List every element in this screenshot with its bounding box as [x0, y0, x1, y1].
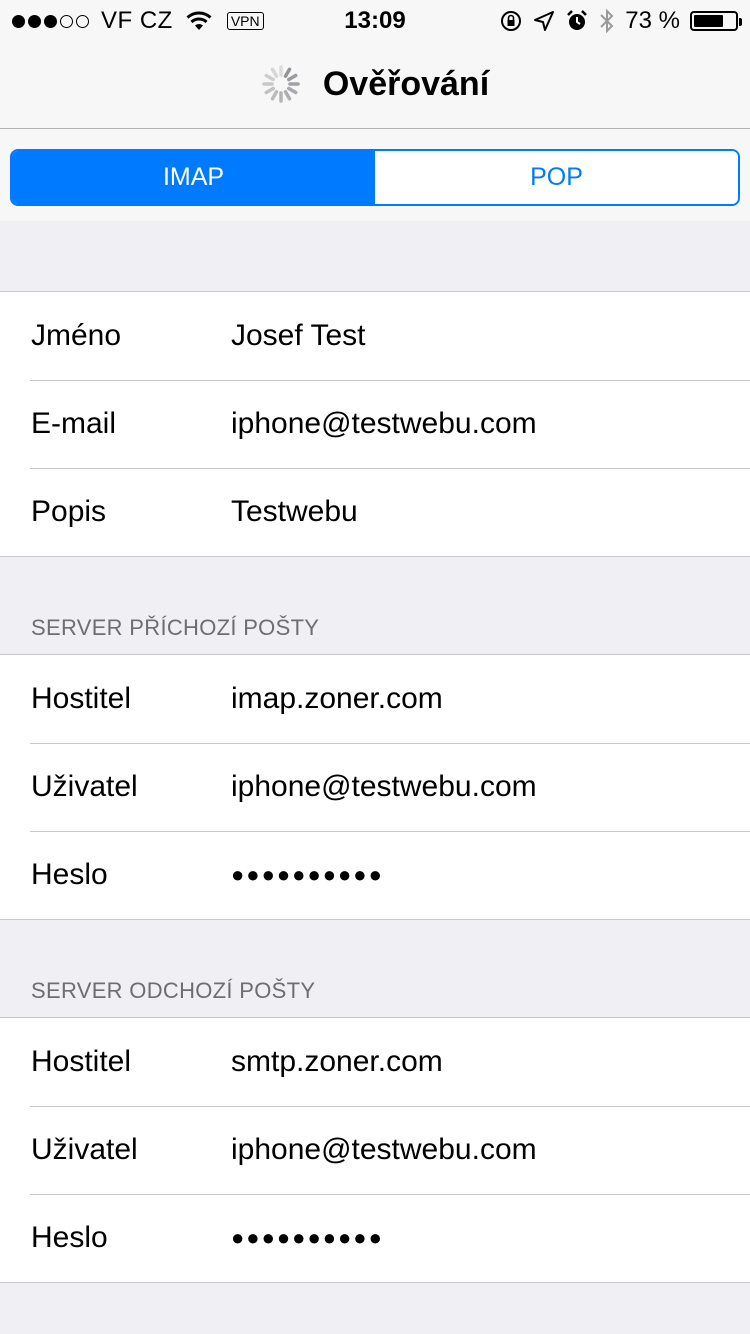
name-field[interactable]: Josef Test	[231, 319, 366, 353]
bluetooth-icon	[600, 8, 614, 34]
description-field[interactable]: Testwebu	[231, 495, 358, 529]
outgoing-host-field[interactable]: smtp.zoner.com	[231, 1045, 443, 1079]
outgoing-section-header: SERVER ODCHOZÍ POŠTY	[31, 978, 316, 1003]
field-label: Hostitel	[31, 1045, 132, 1078]
row-description[interactable]: Popis Testwebu	[0, 468, 750, 556]
field-label: Heslo	[31, 1221, 108, 1254]
outgoing-user-field[interactable]: iphone@testwebu.com	[231, 1133, 537, 1167]
location-icon	[534, 11, 555, 31]
row-name[interactable]: Jméno Josef Test	[0, 292, 750, 380]
email-field[interactable]: iphone@testwebu.com	[231, 407, 537, 441]
field-label: Hostitel	[31, 682, 132, 715]
outgoing-password-field[interactable]: ●●●●●●●●●●	[231, 1225, 384, 1251]
incoming-section-header: SERVER PŘÍCHOZÍ POŠTY	[31, 615, 320, 640]
row-incoming-host[interactable]: Hostitel imap.zoner.com	[0, 655, 750, 743]
incoming-password-field[interactable]: ●●●●●●●●●●	[231, 862, 384, 888]
outgoing-server-group: Hostitel smtp.zoner.com Uživatel iphone@…	[0, 1017, 750, 1283]
segment-imap[interactable]: IMAP	[12, 151, 375, 204]
row-outgoing-host[interactable]: Hostitel smtp.zoner.com	[0, 1018, 750, 1106]
field-label: Uživatel	[31, 1133, 138, 1166]
rotation-lock-icon	[501, 11, 522, 31]
field-label: Popis	[31, 495, 107, 528]
alarm-icon	[567, 10, 588, 30]
loading-spinner-icon	[262, 65, 300, 103]
status-bar: VF CZ VPN 13:09 73 %	[0, 0, 750, 40]
incoming-user-field[interactable]: iphone@testwebu.com	[231, 770, 537, 804]
navigation-bar: Ověřování	[0, 40, 750, 129]
field-label: Jméno	[31, 319, 122, 352]
row-incoming-password[interactable]: Heslo ●●●●●●●●●●	[0, 831, 750, 919]
battery-percent: 73 %	[625, 7, 680, 34]
battery-icon	[690, 11, 742, 31]
status-right: 73 %	[499, 7, 742, 35]
field-label: Heslo	[31, 858, 108, 891]
incoming-server-group: Hostitel imap.zoner.com Uživatel iphone@…	[0, 654, 750, 920]
account-group: Jméno Josef Test E-mail iphone@testwebu.…	[0, 291, 750, 557]
row-outgoing-password[interactable]: Heslo ●●●●●●●●●●	[0, 1194, 750, 1282]
incoming-host-field[interactable]: imap.zoner.com	[231, 682, 443, 716]
field-label: Uživatel	[31, 770, 138, 803]
row-outgoing-user[interactable]: Uživatel iphone@testwebu.com	[0, 1106, 750, 1194]
row-email[interactable]: E-mail iphone@testwebu.com	[0, 380, 750, 468]
field-label: E-mail	[31, 407, 117, 440]
segment-pop[interactable]: POP	[375, 151, 738, 204]
segment-container: IMAP POP	[0, 129, 750, 221]
row-incoming-user[interactable]: Uživatel iphone@testwebu.com	[0, 743, 750, 831]
page-title: Ověřování	[322, 64, 490, 103]
protocol-segmented-control: IMAP POP	[10, 149, 740, 206]
